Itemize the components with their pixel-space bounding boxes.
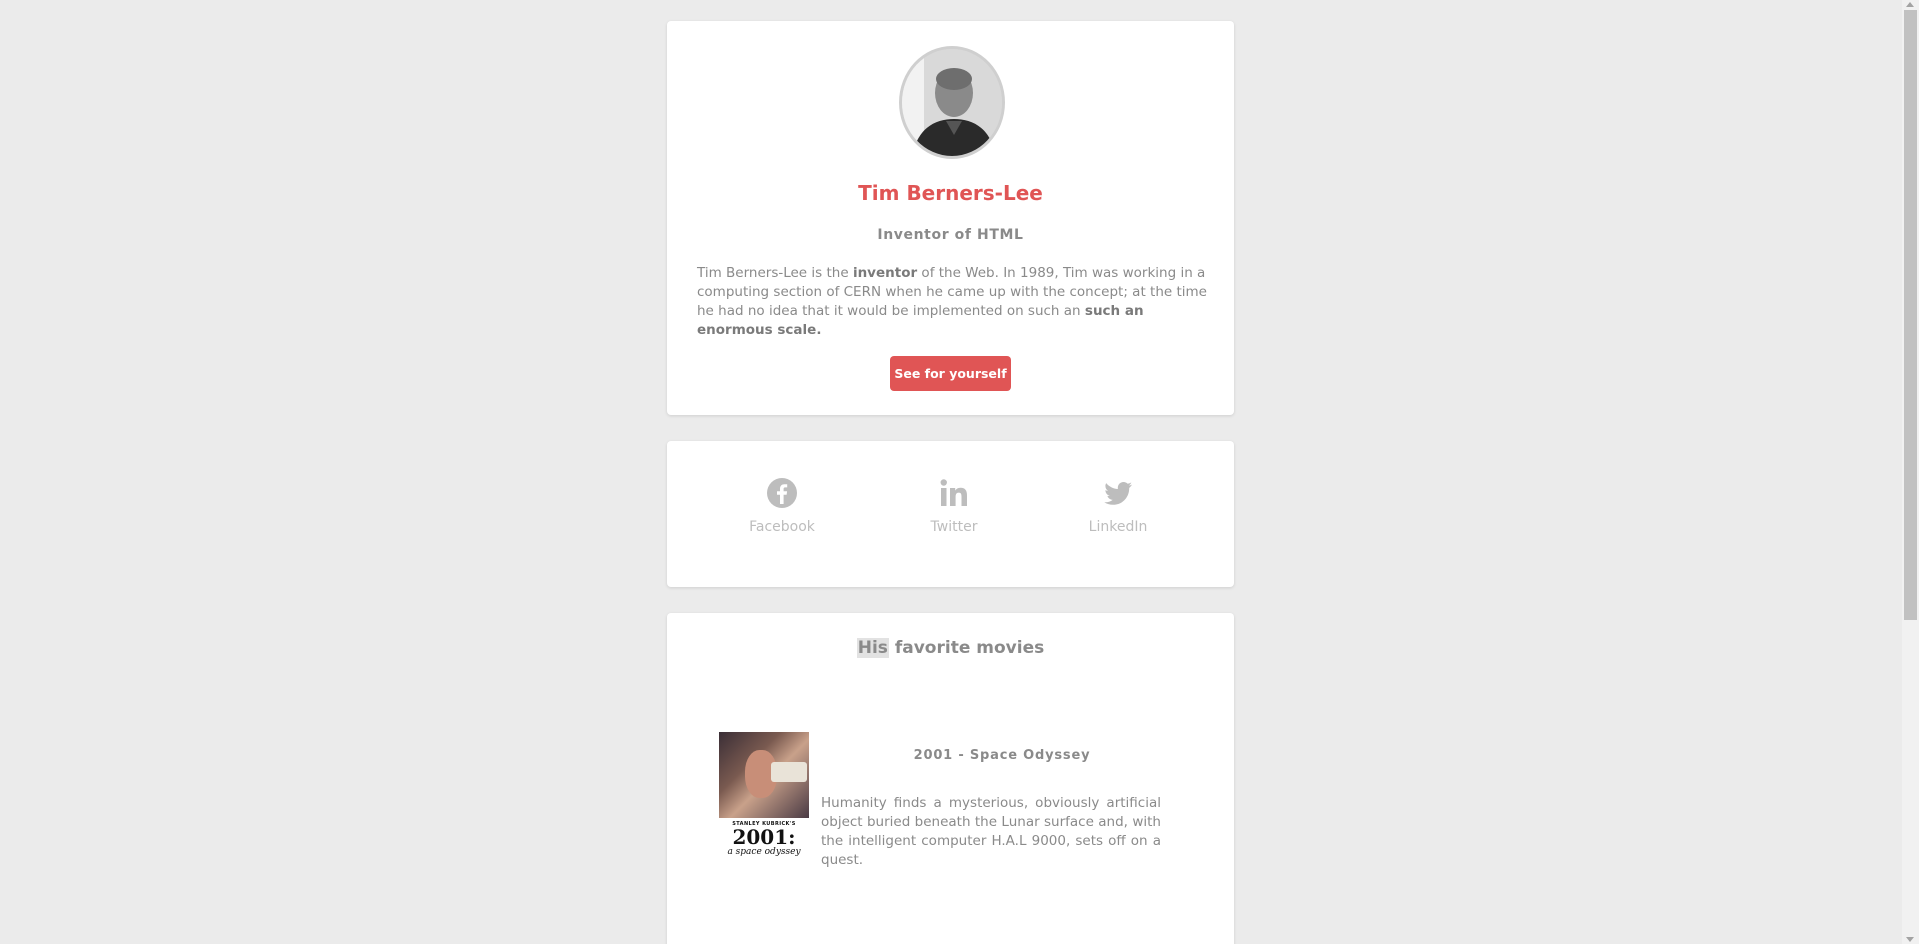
profile-card: Tim Berners-Lee Inventor of HTML Tim Ber… — [667, 21, 1234, 415]
page: Tim Berners-Lee Inventor of HTML Tim Ber… — [0, 0, 1919, 944]
movies-heading: His favorite movies — [667, 638, 1234, 658]
linkedin-icon — [940, 479, 967, 506]
facebook-icon — [767, 478, 797, 508]
profile-name: Tim Berners-Lee — [858, 181, 1043, 205]
see-for-yourself-button[interactable]: See for yourself — [890, 356, 1011, 391]
profile-role: Inventor of HTML — [877, 227, 1024, 243]
profile-bio: Tim Berners-Lee is the inventor of the W… — [697, 264, 1207, 340]
movie-title: 2001 - Space Odyssey — [913, 748, 1091, 763]
social-link-twitter[interactable]: Twitter — [894, 477, 1014, 535]
scrollbar-thumb[interactable] — [1904, 10, 1917, 620]
scroll-down-arrow-icon[interactable] — [1906, 937, 1914, 942]
movies-heading-highlight: His — [856, 638, 889, 658]
social-link-linkedin[interactable]: LinkedIn — [1058, 477, 1178, 535]
movies-card: His favorite movies STANLEY KUBRICK'S 20… — [667, 613, 1234, 944]
poster-image — [719, 732, 809, 818]
vertical-scrollbar[interactable] — [1902, 0, 1919, 944]
social-label-facebook: Facebook — [749, 519, 815, 535]
movie-poster: STANLEY KUBRICK'S 2001: a space odyssey — [719, 732, 809, 860]
social-link-facebook[interactable]: Facebook — [722, 477, 842, 535]
avatar — [899, 46, 1005, 159]
social-card: Facebook Twitter LinkedIn — [667, 441, 1234, 587]
social-label-twitter: Twitter — [930, 519, 978, 535]
bio-text-1: Tim Berners-Lee is the — [697, 265, 853, 281]
bio-bold-1: inventor — [852, 265, 918, 281]
scroll-up-arrow-icon[interactable] — [1906, 2, 1914, 7]
twitter-icon — [1104, 482, 1132, 505]
poster-subtitle: a space odyssey — [727, 847, 801, 857]
movies-heading-rest: favorite movies — [888, 638, 1045, 658]
social-label-linkedin: LinkedIn — [1088, 519, 1148, 535]
poster-title: 2001: — [732, 825, 796, 849]
movie-description: Humanity finds a mysterious, obviously a… — [821, 795, 1161, 868]
